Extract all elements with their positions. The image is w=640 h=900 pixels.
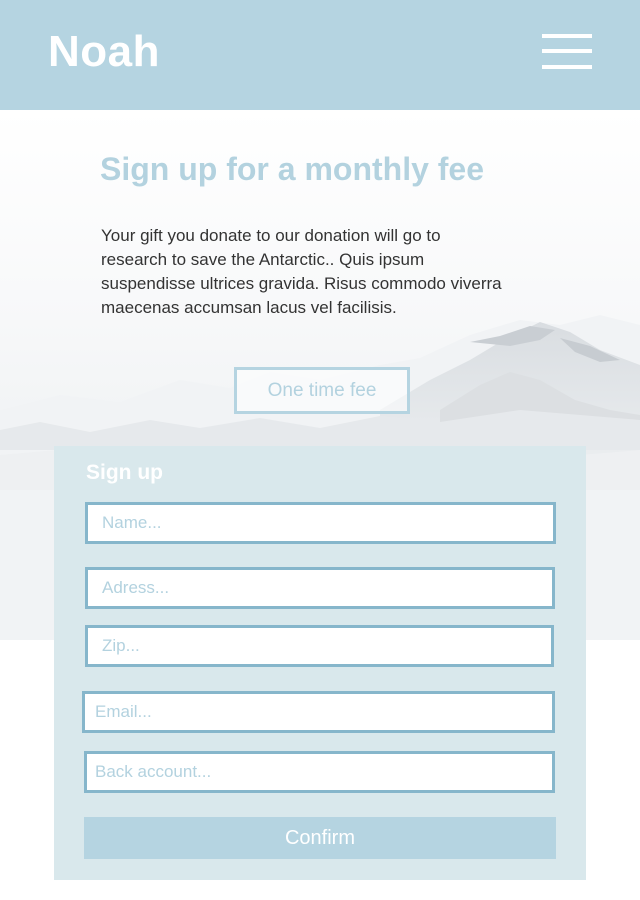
form-title: Sign up (86, 461, 163, 484)
hero-description: Your gift you donate to our donation wil… (101, 226, 502, 317)
bank-account-field[interactable] (84, 751, 555, 793)
address-field[interactable] (85, 567, 555, 609)
menu-bar (542, 65, 592, 69)
one-time-fee-button[interactable]: One time fee (234, 367, 410, 414)
logo[interactable]: Noah (48, 26, 160, 78)
page-title: Sign up for a monthly fee (100, 151, 485, 187)
hamburger-menu-icon[interactable] (538, 30, 596, 74)
menu-bar (542, 49, 592, 53)
menu-bar (542, 34, 592, 38)
zip-field[interactable] (85, 625, 554, 667)
email-field[interactable] (82, 691, 555, 733)
site-header: Noah (0, 0, 640, 110)
confirm-button[interactable]: Confirm (84, 817, 556, 859)
name-field[interactable] (85, 502, 556, 544)
